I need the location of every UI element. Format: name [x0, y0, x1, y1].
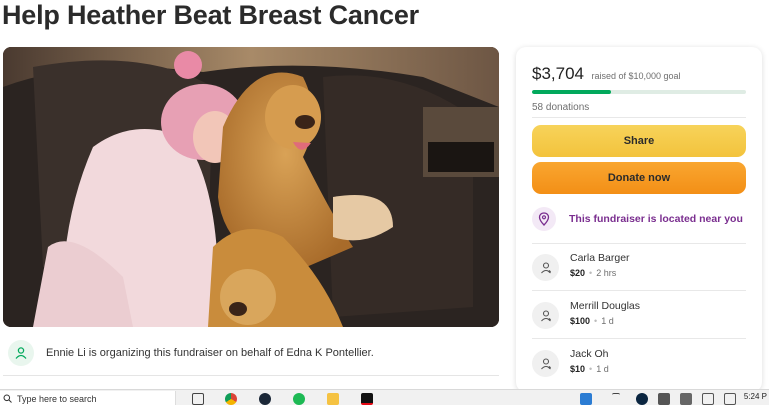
donor-row: Jack Oh $10 • 1 d — [532, 341, 746, 387]
donor-time: 1 d — [596, 364, 609, 374]
donate-now-button[interactable]: Donate now — [532, 162, 746, 194]
task-view-icon[interactable] — [192, 393, 204, 405]
tray-app-icon[interactable] — [658, 393, 670, 405]
windows-taskbar: Type here to search 5:24 P — [0, 389, 769, 405]
file-explorer-icon[interactable] — [327, 393, 339, 405]
donor-name: Merrill Douglas — [570, 300, 641, 312]
organizer-divider — [3, 375, 499, 376]
raised-summary: $3,704 raised of $10,000 goal — [532, 64, 681, 84]
raised-amount: $3,704 — [532, 64, 584, 83]
steam-icon[interactable] — [259, 393, 271, 405]
divider — [532, 290, 746, 291]
donor-time: 1 d — [601, 316, 614, 326]
share-button[interactable]: Share — [532, 125, 746, 157]
chevron-up-icon[interactable] — [612, 393, 620, 405]
donation-sidebar: $3,704 raised of $10,000 goal 58 donatio… — [516, 47, 762, 392]
app-icon[interactable] — [580, 393, 592, 405]
donor-meta: $100 • 1 d — [570, 316, 614, 326]
separator-dot: • — [589, 364, 593, 374]
taskbar-search-box[interactable]: Type here to search — [0, 391, 176, 405]
netflix-icon[interactable] — [361, 393, 373, 405]
donation-count[interactable]: 58 donations — [532, 102, 589, 113]
raised-goal: raised of $10,000 goal — [591, 71, 681, 81]
donor-name: Carla Barger — [570, 252, 630, 264]
tray-app-icon[interactable] — [680, 393, 692, 405]
search-icon — [3, 394, 12, 403]
fundraiser-photo — [3, 47, 499, 327]
donor-avatar-icon — [532, 302, 559, 329]
organizer-row: Ennie Li is organizing this fundraiser o… — [8, 340, 374, 366]
separator-dot: • — [594, 316, 598, 326]
volume-icon[interactable] — [702, 393, 714, 405]
progress-bar — [532, 90, 746, 94]
divider — [532, 338, 746, 339]
page-title: Help Heather Beat Breast Cancer — [2, 0, 419, 30]
taskbar-search-placeholder: Type here to search — [17, 393, 97, 404]
donor-avatar-icon — [532, 350, 559, 377]
taskbar-clock[interactable]: 5:24 P — [744, 392, 767, 401]
donor-row: Merrill Douglas $100 • 1 d — [532, 293, 746, 339]
tray-app-icon[interactable] — [636, 393, 648, 405]
progress-fill — [532, 90, 612, 94]
donor-amount: $100 — [570, 316, 591, 326]
location-pin-icon — [532, 207, 556, 231]
spotify-icon[interactable] — [293, 393, 305, 405]
donor-row: Carla Barger $20 • 2 hrs — [532, 245, 746, 291]
donor-amount: $20 — [570, 268, 586, 278]
donor-meta: $10 • 1 d — [570, 364, 609, 374]
separator-dot: • — [589, 268, 593, 278]
location-notice-text: This fundraiser is located near you — [569, 213, 743, 225]
divider — [532, 243, 746, 244]
donor-name: Jack Oh — [570, 348, 609, 360]
divider — [532, 117, 746, 118]
donor-time: 2 hrs — [596, 268, 617, 278]
organizer-icon — [8, 340, 34, 366]
donor-avatar-icon — [532, 254, 559, 281]
network-icon[interactable] — [724, 393, 736, 405]
location-notice: This fundraiser is located near you — [532, 207, 743, 231]
chrome-icon[interactable] — [225, 393, 237, 405]
donor-amount: $10 — [570, 364, 586, 374]
organizer-text: Ennie Li is organizing this fundraiser o… — [46, 347, 374, 359]
donor-meta: $20 • 2 hrs — [570, 268, 616, 278]
